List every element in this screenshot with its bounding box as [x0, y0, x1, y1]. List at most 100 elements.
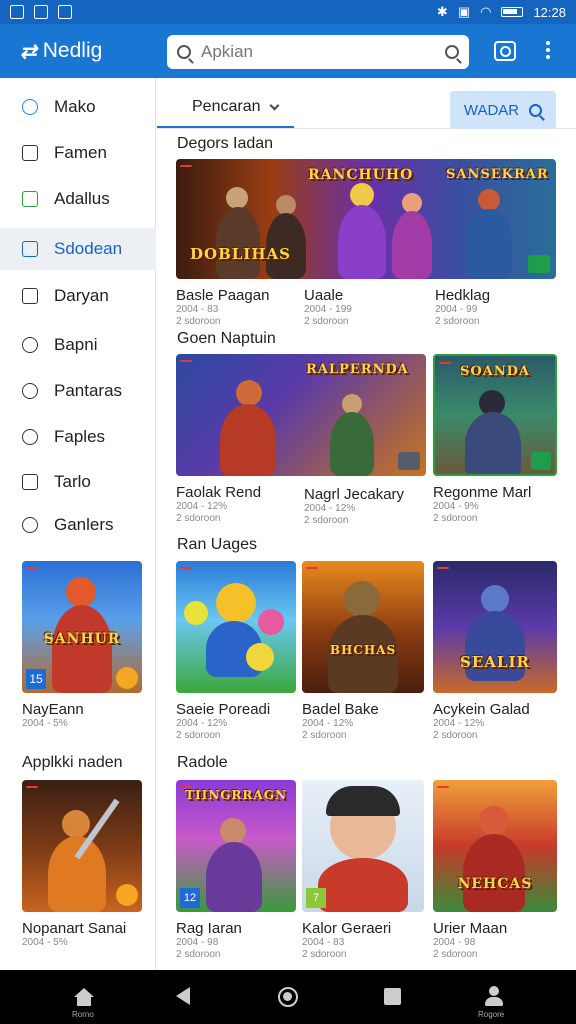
art-title: SEALIR	[460, 653, 530, 671]
app-meta: 2 sdoroon	[176, 949, 221, 960]
art-title: TIINGRRAGN	[185, 788, 287, 802]
art-title: SANSEKRAR	[446, 167, 549, 182]
search-input[interactable]	[201, 42, 445, 62]
camera-icon[interactable]	[494, 41, 516, 61]
section-title: Degors Iadan	[177, 135, 274, 152]
app-meta: 2004 - 199	[304, 304, 352, 315]
main-content: Pencaran WADAR Degors Iadan DOBLIHAS RAN…	[157, 78, 576, 970]
app-card[interactable]: 7 Kalor Geraeri 2004 - 83 2 sdoroon	[302, 780, 424, 961]
app-thumbnail	[22, 780, 142, 912]
featured-banner[interactable]: DOBLIHAS RANCHUHO SANSEKRAR Basle Paagan…	[176, 159, 556, 331]
app-meta: 2 sdoroon	[433, 513, 478, 524]
app-thumbnail	[176, 561, 296, 693]
app-thumbnail: BHCHAS	[302, 561, 424, 693]
app-title: Acykein Galad	[433, 701, 530, 718]
badge	[26, 567, 38, 569]
rating-badge: 15	[26, 669, 46, 689]
app-card[interactable]: BHCHAS Badel Bake 2004 - 12% 2 sdoroon	[302, 561, 424, 742]
app-card[interactable]: NEHCAS Urier Maan 2004 - 98 2 sdoroon	[433, 780, 557, 961]
badge	[26, 786, 38, 788]
app-meta: 2 sdoroon	[176, 316, 221, 327]
more-options-icon[interactable]	[546, 41, 550, 61]
app-title: NayEann	[22, 701, 84, 718]
badge	[180, 360, 192, 362]
sidebar-item-sdodean[interactable]: Sdodean	[0, 228, 156, 270]
recents-icon[interactable]	[384, 988, 401, 1005]
badge-icon	[398, 452, 420, 470]
section-title: Applkki naden	[22, 754, 123, 771]
search-button[interactable]: WADAR	[450, 91, 556, 129]
home-icon[interactable]	[74, 988, 94, 1006]
app-meta: 2004 - 12%	[304, 503, 356, 514]
app-title: Regonme Marl	[433, 484, 532, 501]
sidebar-item-label: Famen	[54, 143, 107, 162]
app-card[interactable]: Nopanart Sanai 2004 - 5%	[22, 780, 142, 948]
app-card[interactable]: TIINGRRAGN 12 Rag Iaran 2004 - 98 2 sdor…	[176, 780, 296, 961]
badge	[180, 567, 192, 569]
sidebar-item-bapni[interactable]: Bapni	[0, 324, 156, 366]
chevron-down-icon	[269, 100, 279, 110]
app-card[interactable]: SOANDA Regonme Marl 2004 - 9% 2 sdoroon	[433, 354, 557, 525]
app-meta: 2 sdoroon	[435, 316, 480, 327]
app-meta: 2 sdoroon	[304, 515, 349, 526]
app-card[interactable]: SEALIR Acykein Galad 2004 - 12% 2 sdoroo…	[433, 561, 557, 742]
app-title: Uaale	[304, 287, 344, 304]
nfc-icon: ▣	[457, 4, 471, 19]
home-circle-icon[interactable]	[278, 987, 298, 1007]
sidebar-item-daryan[interactable]: Daryan	[0, 275, 156, 317]
calendar-icon	[22, 241, 38, 257]
app-card[interactable]: Saeie Poreadi 2004 - 12% 2 sdoroon	[176, 561, 296, 742]
tag-icon	[22, 337, 38, 353]
status-bar: ✱ ▣ ◠ 12:28	[0, 0, 576, 24]
back-icon[interactable]	[176, 987, 190, 1005]
sidebar-item-adallus[interactable]: Adallus	[0, 178, 156, 220]
app-meta: 2 sdoroon	[176, 730, 221, 741]
art-title: SANHUR	[43, 631, 121, 647]
person-icon	[22, 429, 38, 445]
app-icon	[34, 5, 48, 19]
search-submit-icon[interactable]	[445, 45, 459, 59]
sidebar-item-label: Faples	[54, 427, 106, 446]
app-title: Hedklag	[435, 287, 491, 304]
badge-icon	[531, 452, 551, 470]
app-meta: 2004 - 98	[433, 937, 476, 948]
app-thumbnail: TIINGRRAGN 12	[176, 780, 296, 912]
app-title: Rag Iaran	[176, 920, 242, 937]
app-meta: 2 sdoroon	[302, 949, 347, 960]
art-title: SOANDA	[459, 364, 531, 379]
app-meta: 2 sdoroon	[302, 730, 347, 741]
wifi-icon: ◠	[480, 4, 492, 19]
sidebar-item-label: Pantaras	[54, 381, 123, 400]
sidebar-item-mako[interactable]: Mako	[0, 86, 156, 128]
app-logo-icon: ⇄	[20, 40, 37, 63]
app-meta: 2004 - 12%	[433, 718, 485, 729]
profile-icon[interactable]	[484, 986, 504, 1006]
app-title: Nopanart Sanai	[22, 920, 127, 937]
search-bar[interactable]	[167, 35, 469, 69]
section-title: Ran Uages	[177, 536, 258, 553]
art-title: RANCHUHO	[308, 167, 414, 183]
badge-icon	[116, 667, 138, 689]
image-icon	[58, 5, 72, 19]
art-title: RALPERNDA	[306, 362, 409, 377]
category-dropdown[interactable]: Pencaran	[192, 98, 279, 116]
app-card[interactable]: SANHUR 15 NayEann 2004 - 5%	[22, 561, 142, 729]
app-thumbnail: 7	[302, 780, 424, 912]
navigation-bar: Rorno Rogore	[0, 970, 576, 1024]
tag-icon	[22, 383, 38, 399]
art-title: BHCHAS	[329, 643, 397, 657]
calendar-check-icon	[22, 191, 38, 207]
home-label: Rorno	[72, 1010, 94, 1019]
sidebar-item-famen[interactable]: Famen	[0, 132, 156, 174]
sidebar-item-ganlers[interactable]: Ganlers	[0, 504, 156, 546]
search-icon	[177, 45, 191, 59]
sidebar-item-tarlo[interactable]: Tarlo	[0, 461, 156, 503]
person-icon	[22, 99, 38, 115]
app-title: Basle Paagan	[176, 287, 270, 304]
section-title: Goen Naptuin	[177, 330, 276, 347]
sidebar-item-faples[interactable]: Faples	[0, 416, 156, 458]
sidebar-item-pantaras[interactable]: Pantaras	[0, 370, 156, 412]
home-icon	[22, 474, 38, 490]
app-bar: ⇄ Nedlig	[0, 24, 576, 78]
sidebar: Mako Famen Adallus Sdodean Daryan Bapni …	[0, 78, 156, 970]
